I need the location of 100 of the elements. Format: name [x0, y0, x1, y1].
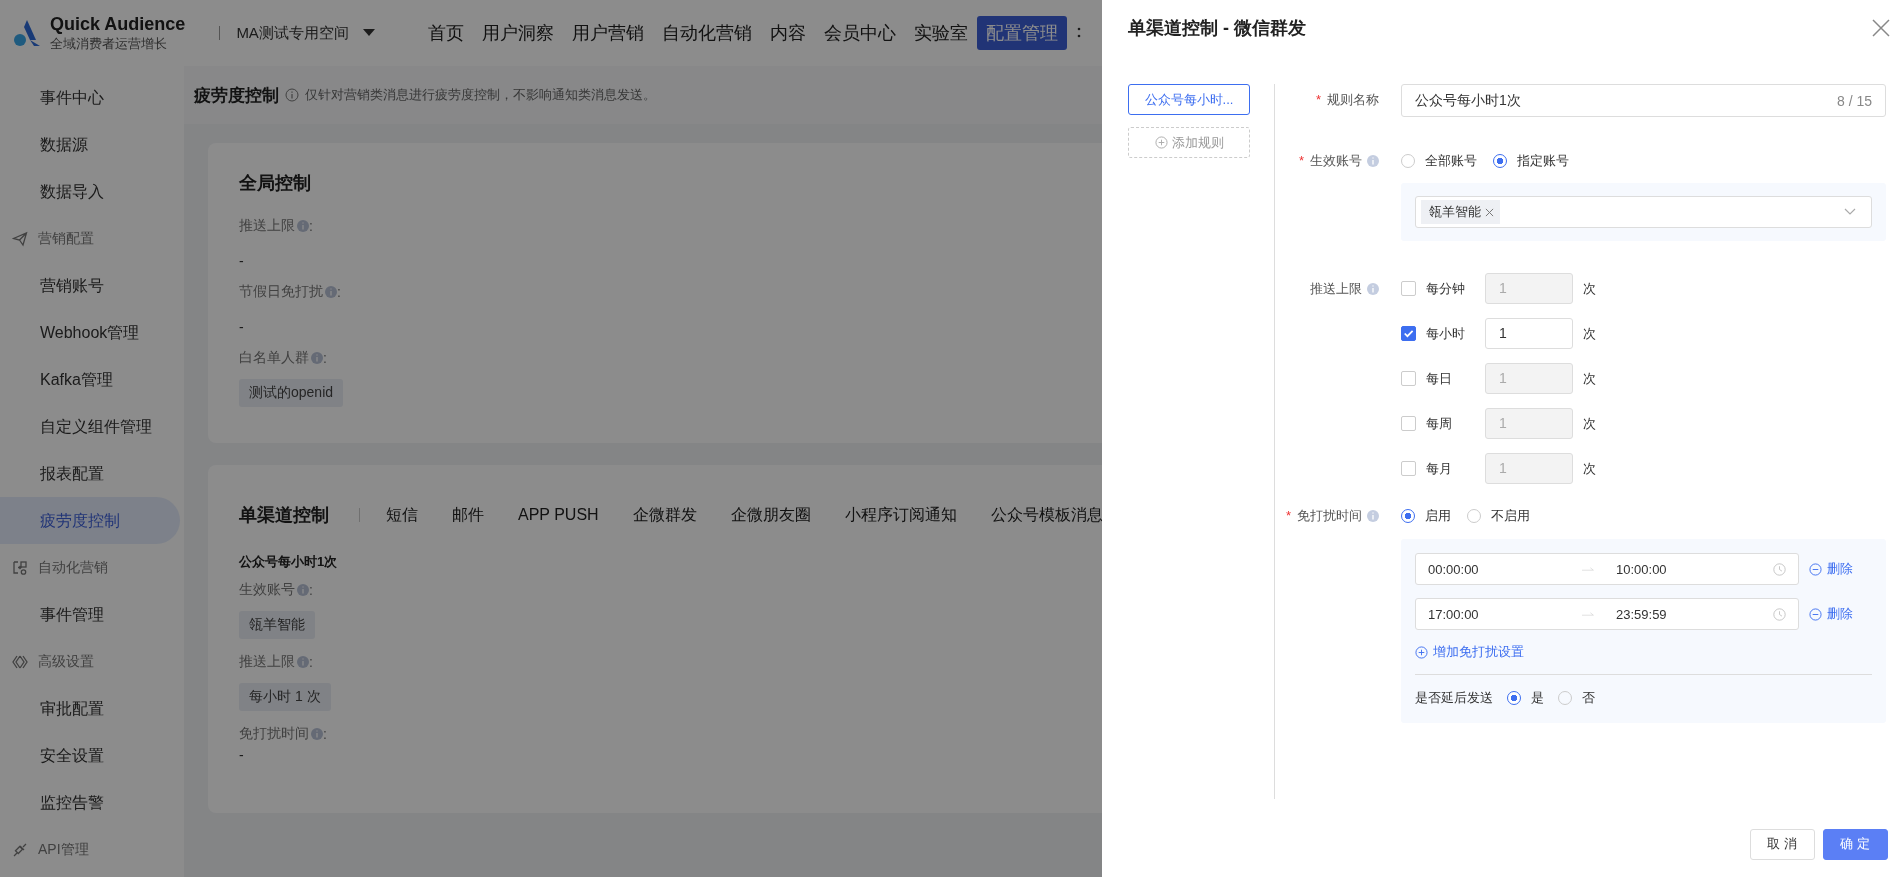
channel-tab[interactable]: 企微群发 — [632, 504, 697, 526]
radio-button[interactable] — [1401, 508, 1415, 523]
delete-link[interactable]: 删除 — [1809, 605, 1853, 623]
required-mark: * — [1298, 153, 1304, 168]
field-label: 推送上限 — [239, 217, 295, 235]
channel-tab[interactable]: 小程序订阅通知 — [844, 504, 957, 526]
product-tagline: 全域消费者运营增长 — [50, 34, 168, 53]
info-icon — [1367, 154, 1379, 167]
close-icon[interactable] — [1872, 19, 1890, 37]
channel-tab[interactable]: 企微朋友圈 — [730, 504, 811, 526]
nav-tab[interactable]: 自动化营销 — [652, 16, 761, 50]
selected-tag: 瓴羊智能 — [1421, 200, 1500, 224]
radio-button[interactable] — [1507, 691, 1521, 705]
radio-button[interactable] — [1493, 153, 1507, 168]
radio-option[interactable]: 指定账号 — [1493, 151, 1569, 170]
label-colon: : — [309, 582, 313, 598]
form-label: 生效账号 — [1310, 151, 1362, 170]
nav-tab[interactable]: 用户营销 — [562, 16, 653, 50]
add-dnd-link[interactable]: 增加免打扰设置 — [1415, 643, 1872, 661]
nav-tab[interactable]: 实验室 — [904, 16, 977, 50]
radio-option[interactable]: 否 — [1558, 689, 1595, 707]
card-title: 全局控制 — [239, 172, 312, 195]
label-colon: : — [323, 350, 327, 366]
unit-label: 次 — [1583, 369, 1596, 388]
field-label: 节假日免打扰 — [239, 283, 323, 301]
sidebar-group-label: 高级设置 — [38, 652, 94, 671]
channel-tab[interactable]: APP PUSH — [518, 506, 599, 524]
sidebar-item[interactable]: 数据源 — [0, 121, 180, 168]
drawer-title: 单渠道控制 - 微信群发 — [1128, 17, 1306, 40]
count-input[interactable]: 1 — [1485, 318, 1573, 349]
label-colon: : — [337, 284, 341, 300]
channel-tab[interactable]: 短信 — [386, 504, 418, 526]
rule-tab[interactable]: 公众号每小时... — [1128, 84, 1250, 115]
radio-option[interactable]: 是 — [1507, 689, 1544, 707]
cancel-button[interactable]: 取消 — [1750, 828, 1815, 860]
unit-label: 次 — [1583, 414, 1596, 433]
info-icon — [297, 220, 309, 232]
unit-label: 次 — [1583, 459, 1596, 478]
plus-circle-icon — [1415, 645, 1428, 659]
sidebar-item[interactable]: 自定义组件管理 — [0, 403, 180, 450]
delete-link[interactable]: 删除 — [1809, 560, 1853, 578]
sidebar-item[interactable]: 报表配置 — [0, 450, 180, 497]
confirm-button[interactable]: 确定 — [1823, 828, 1888, 860]
sidebar-item[interactable]: 营销账号 — [0, 262, 180, 309]
workspace-dropdown[interactable]: MA测试专用空间 — [232, 19, 379, 47]
checkbox-option[interactable]: 每分钟 — [1401, 279, 1485, 298]
field-label: 白名单人群 — [239, 349, 309, 367]
sidebar-item[interactable]: 事件管理 — [0, 591, 180, 638]
checkbox[interactable] — [1401, 416, 1416, 431]
checkbox[interactable] — [1401, 461, 1416, 476]
checkbox[interactable] — [1401, 326, 1416, 341]
unit-label: 次 — [1583, 279, 1596, 298]
sidebar-item[interactable]: Kafka管理 — [0, 356, 180, 403]
radio-option[interactable]: 不启用 — [1467, 506, 1530, 525]
nav-tab[interactable]: 内容 — [760, 16, 815, 50]
checkbox-option[interactable]: 每日 — [1401, 369, 1485, 388]
checkbox-option[interactable]: 每周 — [1401, 414, 1485, 433]
sidebar-item[interactable]: 审批配置 — [0, 685, 180, 732]
info-icon — [325, 286, 337, 298]
rule-name-input[interactable]: 公众号每小时1次 8 / 15 — [1401, 84, 1886, 117]
channel-tab[interactable]: 邮件 — [452, 504, 484, 526]
label-colon: : — [309, 654, 313, 670]
form-label: 免打扰时间 — [1297, 506, 1362, 525]
logo-icon — [12, 18, 42, 48]
checkbox-option[interactable]: 每月 — [1401, 459, 1485, 478]
clock-icon — [1773, 562, 1786, 576]
sidebar-item[interactable]: 事件中心 — [0, 74, 180, 121]
channel-tab[interactable]: 公众号模板消息 — [990, 504, 1103, 526]
add-rule-button[interactable]: 添加规则 — [1128, 127, 1250, 158]
info-icon — [285, 88, 299, 102]
field-value: - — [239, 747, 244, 763]
card-title: 单渠道控制 — [239, 504, 329, 527]
sidebar-item[interactable]: 监控告警 — [0, 779, 180, 826]
tag: 每小时 1 次 — [239, 683, 331, 711]
checkbox[interactable] — [1401, 281, 1416, 296]
sidebar-group-label: 营销配置 — [38, 229, 94, 248]
time-range-input[interactable]: 00:00:00 10:00:00 — [1415, 553, 1799, 585]
radio-option[interactable]: 全部账号 — [1401, 151, 1477, 170]
nav-tab[interactable]: 用户洞察 — [472, 16, 563, 50]
sidebar-item[interactable]: 数据导入 — [0, 168, 180, 215]
sidebar-item[interactable]: Webhook管理 — [0, 309, 180, 356]
form-label: 推送上限 — [1310, 279, 1362, 298]
field-label: 推送上限 — [239, 653, 295, 671]
info-icon — [297, 656, 309, 668]
tag: 瓴羊智能 — [239, 611, 315, 639]
minus-circle-icon — [1809, 607, 1822, 621]
time-range-input[interactable]: 17:00:00 23:59:59 — [1415, 598, 1799, 630]
info-icon — [297, 584, 309, 596]
remove-icon[interactable] — [1485, 207, 1494, 217]
radio-option[interactable]: 启用 — [1401, 506, 1451, 525]
rule-name: 公众号每小时1次 — [239, 553, 338, 571]
nav-tab[interactable]: 配置管理 — [976, 16, 1067, 50]
nav-tab[interactable]: 会员中心 — [814, 16, 905, 50]
required-mark: * — [1315, 92, 1321, 107]
nav-tab[interactable]: 首页 — [418, 16, 473, 50]
sidebar-item[interactable]: 疲劳度控制 — [0, 497, 180, 544]
checkbox[interactable] — [1401, 371, 1416, 386]
checkbox-option[interactable]: 每小时 — [1401, 324, 1485, 343]
account-select[interactable]: 瓴羊智能 — [1415, 196, 1872, 228]
sidebar-item[interactable]: 安全设置 — [0, 732, 180, 779]
